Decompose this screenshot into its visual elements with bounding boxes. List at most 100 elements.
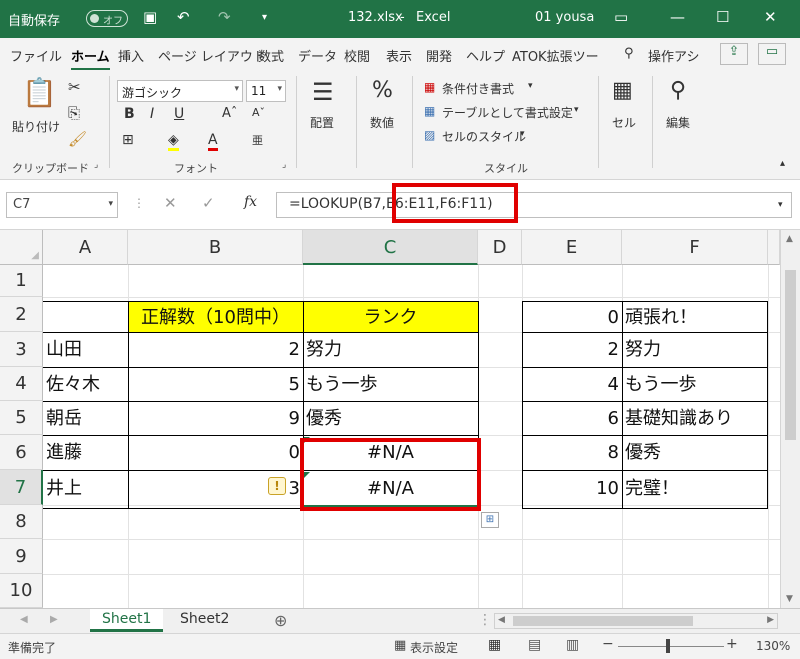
tab-atok[interactable]: ATOK拡張ツー: [512, 46, 599, 65]
insert-function-button[interactable]: fx: [244, 194, 257, 210]
borders-icon[interactable]: ⊞: [122, 132, 134, 148]
expand-formula-icon[interactable]: ▾: [778, 200, 783, 210]
column-header-d[interactable]: D: [478, 230, 522, 265]
fill-color-icon[interactable]: ◈: [168, 132, 179, 151]
search-icon[interactable]: ⚲: [624, 46, 634, 61]
cell-b5[interactable]: 9: [128, 402, 303, 435]
scroll-right-icon[interactable]: ▶: [767, 615, 774, 625]
cell-e2[interactable]: 0: [522, 304, 622, 332]
zoom-slider-thumb[interactable]: [666, 639, 670, 653]
tab-formulas[interactable]: 数式: [258, 46, 284, 65]
cell-f3[interactable]: 努力: [622, 333, 768, 367]
customize-qat-icon[interactable]: ▾: [262, 12, 267, 23]
bold-button[interactable]: B: [124, 106, 135, 122]
share-icon[interactable]: ⇪: [720, 43, 748, 65]
redo-icon[interactable]: ↷: [218, 8, 231, 26]
percent-icon[interactable]: %: [372, 78, 393, 103]
worksheet-grid[interactable]: ◢ A B C D E F 1 2 3 4 5 6 7 8 9 10 正解数（1…: [0, 230, 780, 608]
cell-c5[interactable]: 優秀: [303, 402, 478, 435]
sheet-tab-sheet1[interactable]: Sheet1: [90, 609, 164, 632]
copy-icon[interactable]: ⎘: [68, 104, 80, 122]
tab-page-layout[interactable]: ページ レイアウト: [158, 46, 266, 65]
tab-file[interactable]: ファイル: [10, 46, 62, 65]
underline-button[interactable]: U: [174, 106, 184, 122]
tab-insert[interactable]: 挿入: [118, 46, 144, 65]
zoom-level[interactable]: 130%: [756, 639, 790, 653]
column-header-a[interactable]: A: [43, 230, 128, 265]
tab-developer[interactable]: 開発: [426, 46, 452, 65]
format-painter-icon[interactable]: 🖌: [68, 130, 87, 148]
row-header-8[interactable]: 8: [0, 505, 43, 539]
chevron-down-icon[interactable]: ▾: [108, 199, 113, 209]
zoom-in-icon[interactable]: +: [726, 636, 738, 652]
error-warning-icon[interactable]: !: [268, 477, 286, 495]
cell-b4[interactable]: 5: [128, 368, 303, 401]
maximize-icon[interactable]: ☐: [716, 8, 729, 26]
save-icon[interactable]: ▣: [143, 8, 157, 26]
minimize-icon[interactable]: —: [670, 8, 685, 26]
row-header-7[interactable]: 7: [0, 470, 43, 505]
enter-icon[interactable]: ✓: [202, 194, 215, 212]
row-header-1[interactable]: 1: [0, 265, 43, 297]
next-sheet-icon[interactable]: ▶: [50, 614, 58, 625]
undo-icon[interactable]: ↶: [177, 8, 190, 26]
format-as-table-button[interactable]: テーブルとして書式設定: [442, 104, 573, 121]
cell-e5[interactable]: 6: [522, 402, 622, 435]
chevron-down-icon[interactable]: ▾: [528, 81, 533, 91]
font-size-combo[interactable]: 11 ▾: [246, 80, 286, 102]
cancel-icon[interactable]: ✕: [164, 194, 177, 212]
add-sheet-icon[interactable]: ⊕: [274, 611, 287, 630]
chevron-down-icon[interactable]: ▾: [574, 105, 579, 115]
name-box[interactable]: C7 ▾: [6, 192, 118, 218]
horizontal-scrollbar[interactable]: ◀ ▶: [494, 613, 778, 629]
collapse-ribbon-icon[interactable]: ▴: [780, 158, 785, 169]
row-header-10[interactable]: 10: [0, 574, 43, 608]
scroll-left-icon[interactable]: ◀: [498, 615, 505, 625]
cell-a6[interactable]: 進藤: [43, 436, 128, 470]
conditional-format-button[interactable]: 条件付き書式: [442, 80, 514, 97]
row-header-3[interactable]: 3: [0, 332, 43, 367]
tab-review[interactable]: 校閲: [344, 46, 370, 65]
column-header-f[interactable]: F: [622, 230, 768, 265]
number-button[interactable]: 数値: [370, 114, 394, 131]
tab-data[interactable]: データ: [298, 46, 337, 65]
tab-home[interactable]: ホーム: [71, 46, 110, 71]
cell-f5[interactable]: 基礎知識あり: [622, 402, 768, 435]
horizontal-scroll-thumb[interactable]: [513, 616, 693, 626]
cell-f6[interactable]: 優秀: [622, 436, 768, 470]
search-icon[interactable]: ⚲: [670, 78, 686, 103]
cell-e3[interactable]: 2: [522, 333, 622, 367]
header-cell-score[interactable]: 正解数（10問中）: [128, 304, 303, 332]
column-header-b[interactable]: B: [128, 230, 303, 265]
font-launcher-icon[interactable]: ⌟: [282, 160, 286, 170]
alignment-button[interactable]: 配置: [310, 114, 334, 131]
italic-button[interactable]: I: [150, 106, 154, 122]
row-header-4[interactable]: 4: [0, 367, 43, 401]
zoom-out-icon[interactable]: −: [602, 636, 614, 652]
page-break-view-icon[interactable]: ▥: [566, 637, 579, 653]
tab-help[interactable]: ヘルプ: [466, 46, 505, 65]
vertical-scroll-thumb[interactable]: [785, 270, 796, 440]
cells-icon[interactable]: ▦: [612, 78, 633, 103]
scroll-up-icon[interactable]: ▲: [786, 234, 793, 244]
cell-f2[interactable]: 頑張れ！: [622, 304, 768, 332]
font-name-combo[interactable]: 游ゴシック ▾: [117, 80, 243, 102]
vertical-scrollbar[interactable]: ▲ ▼: [780, 230, 800, 608]
normal-view-icon[interactable]: ▦: [488, 637, 501, 653]
phonetic-icon[interactable]: 亜: [252, 132, 263, 148]
tab-view[interactable]: 表示: [386, 46, 412, 65]
tell-me-search[interactable]: 操作アシ: [648, 46, 699, 65]
font-color-button[interactable]: A: [208, 132, 218, 151]
decrease-font-icon[interactable]: Aˇ: [252, 106, 265, 119]
quick-analysis-icon[interactable]: ⊞: [481, 512, 499, 528]
editing-button[interactable]: 編集: [666, 114, 690, 131]
zoom-slider[interactable]: [618, 646, 724, 647]
comment-icon[interactable]: ▭: [758, 43, 786, 65]
cell-b6[interactable]: 0: [128, 436, 303, 470]
scroll-down-icon[interactable]: ▼: [786, 594, 793, 604]
column-header-c[interactable]: C: [303, 230, 478, 265]
formula-input[interactable]: =LOOKUP(B7,E6:E11,F6:F11): [276, 192, 792, 218]
cell-e4[interactable]: 4: [522, 368, 622, 401]
user-name[interactable]: 01 yousa: [535, 10, 594, 25]
prev-sheet-icon[interactable]: ◀: [20, 614, 28, 625]
